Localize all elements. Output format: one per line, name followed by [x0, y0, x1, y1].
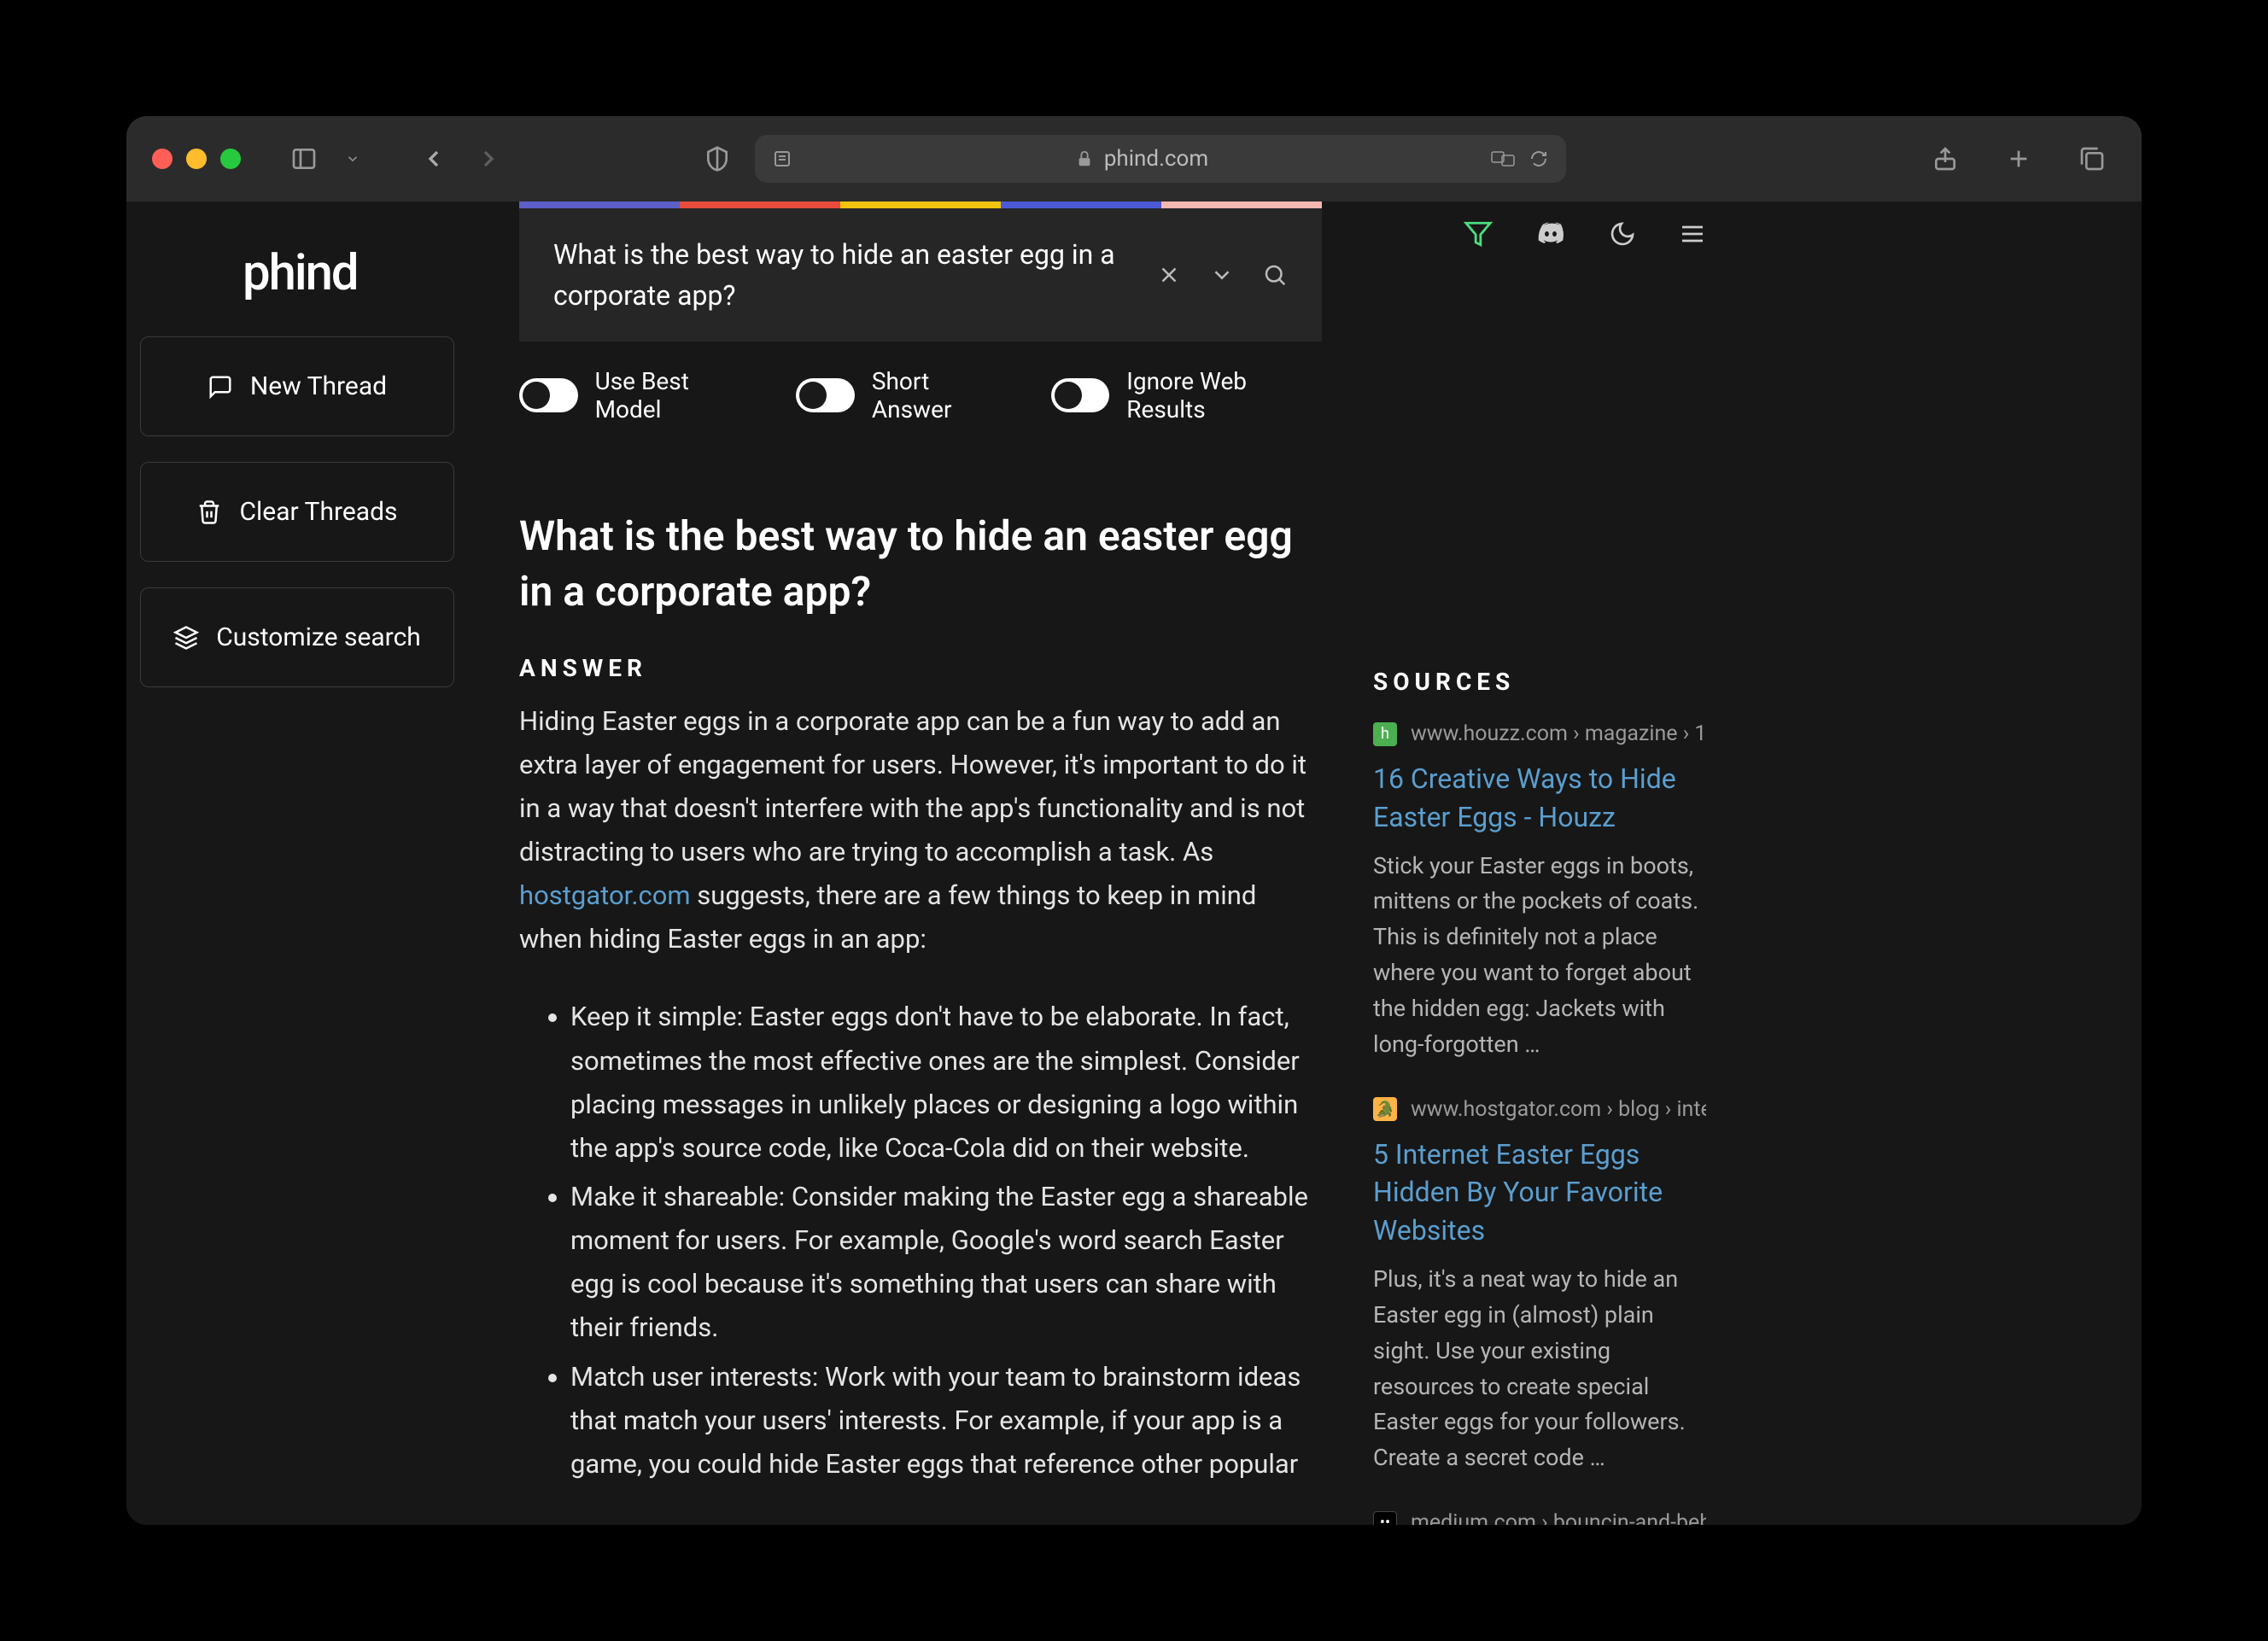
sources-label: SOURCES	[1373, 668, 1706, 696]
toggle-label: Ignore Web Results	[1126, 367, 1322, 423]
search-input[interactable]: What is the best way to hide an easter e…	[553, 234, 1136, 316]
source-breadcrumb: www.houzz.com › magazine › 16-…	[1411, 721, 1706, 746]
source-desc: Plus, it's a neat way to hide an Easter …	[1373, 1262, 1706, 1476]
maximize-window-button[interactable]	[220, 149, 241, 169]
top-toolbar	[1464, 201, 1732, 249]
minimize-window-button[interactable]	[186, 149, 207, 169]
close-window-button[interactable]	[152, 149, 172, 169]
source-desc: Stick your Easter eggs in boots, mittens…	[1373, 849, 1706, 1063]
layers-icon	[173, 625, 199, 651]
main-area: What is the best way to hide an easter e…	[468, 201, 2142, 1525]
favicon-icon: ••	[1373, 1511, 1397, 1525]
answer-bullet: Make it shareable: Consider making the E…	[570, 1175, 1322, 1350]
share-icon[interactable]	[1921, 138, 1969, 179]
clear-search-icon[interactable]	[1156, 262, 1182, 288]
text-size-icon[interactable]	[772, 149, 792, 169]
sidebar-item-label: Customize search	[216, 622, 421, 652]
toggle-switch[interactable]	[519, 378, 578, 412]
reload-icon[interactable]	[1529, 149, 1549, 169]
new-thread-button[interactable]: New Thread	[140, 336, 454, 436]
forward-button[interactable]	[465, 138, 512, 179]
toggle-row: Use Best Model Short Answer Ignore Web R…	[519, 342, 1322, 423]
toggle-label: Short Answer	[872, 367, 1008, 423]
favicon-icon: 🐊	[1373, 1097, 1397, 1121]
source-item: •• medium.com › bouncin-and-beh… Six Pla…	[1373, 1510, 1706, 1525]
logo: phind	[140, 244, 454, 336]
page-content: phind New Thread Clear Threads Customize…	[126, 201, 2142, 1525]
browser-window: phind.com phind N	[126, 116, 2142, 1525]
answer-bullet: Keep it simple: Easter eggs don't have t…	[570, 995, 1322, 1170]
new-tab-icon[interactable]	[1995, 138, 2043, 179]
menu-icon[interactable]	[1679, 220, 1706, 248]
toggle-ignore-web[interactable]: Ignore Web Results	[1051, 367, 1322, 423]
url-bar[interactable]: phind.com	[755, 135, 1566, 183]
answer-label: ANSWER	[519, 654, 1322, 682]
answer-body: Hiding Easter eggs in a corporate app ca…	[519, 699, 1322, 1491]
titlebar: phind.com	[126, 116, 2142, 201]
back-button[interactable]	[410, 138, 458, 179]
clear-threads-button[interactable]: Clear Threads	[140, 462, 454, 562]
source-item: h www.houzz.com › magazine › 16-… 16 Cre…	[1373, 721, 1706, 1063]
favicon-icon: h	[1373, 722, 1397, 746]
chevron-down-icon[interactable]	[1209, 262, 1235, 288]
source-title[interactable]: 16 Creative Ways to Hide Easter Eggs - H…	[1373, 760, 1706, 837]
chevron-down-icon[interactable]	[335, 144, 371, 173]
discord-icon[interactable]	[1535, 219, 1566, 249]
customize-search-button[interactable]: Customize search	[140, 587, 454, 687]
answer-intro: Hiding Easter eggs in a corporate app ca…	[519, 705, 1306, 867]
center-column: What is the best way to hide an easter e…	[468, 201, 1373, 1525]
shield-icon[interactable]	[693, 138, 741, 179]
answer-bullet: Match user interests: Work with your tea…	[570, 1355, 1322, 1486]
toggle-switch[interactable]	[796, 378, 855, 412]
url-text: phind.com	[1104, 146, 1208, 172]
moon-icon[interactable]	[1609, 220, 1636, 248]
sidebar: phind New Thread Clear Threads Customize…	[126, 201, 468, 1525]
source-breadcrumb: medium.com › bouncin-and-beh…	[1411, 1510, 1706, 1525]
search-bar: What is the best way to hide an easter e…	[519, 208, 1322, 342]
search-icon[interactable]	[1262, 262, 1288, 288]
toggle-best-model[interactable]: Use Best Model	[519, 367, 753, 423]
sidebar-toggle-icon[interactable]	[280, 138, 328, 179]
sources-column: SOURCES h www.houzz.com › magazine › 16-…	[1373, 249, 1732, 1525]
rainbow-bar	[519, 201, 1322, 208]
source-title[interactable]: 5 Internet Easter Eggs Hidden By Your Fa…	[1373, 1136, 1706, 1250]
chat-icon	[208, 374, 233, 400]
trash-icon	[196, 499, 222, 525]
toggle-short-answer[interactable]: Short Answer	[796, 367, 1008, 423]
source-breadcrumb: www.hostgator.com › blog › inter…	[1411, 1097, 1706, 1122]
tabs-icon[interactable]	[2068, 138, 2116, 179]
traffic-lights	[152, 149, 241, 169]
filter-icon[interactable]	[1464, 219, 1493, 248]
answer-list: Keep it simple: Easter eggs don't have t…	[519, 995, 1322, 1486]
answer-link[interactable]: hostgator.com	[519, 879, 691, 911]
toggle-label: Use Best Model	[595, 367, 754, 423]
translate-icon[interactable]	[1491, 149, 1515, 168]
toggle-switch[interactable]	[1051, 378, 1110, 412]
source-item: 🐊 www.hostgator.com › blog › inter… 5 In…	[1373, 1097, 1706, 1476]
question-heading: What is the best way to hide an easter e…	[519, 509, 1322, 620]
lock-icon	[1075, 149, 1094, 168]
sidebar-item-label: New Thread	[250, 371, 387, 401]
sidebar-item-label: Clear Threads	[239, 497, 397, 527]
